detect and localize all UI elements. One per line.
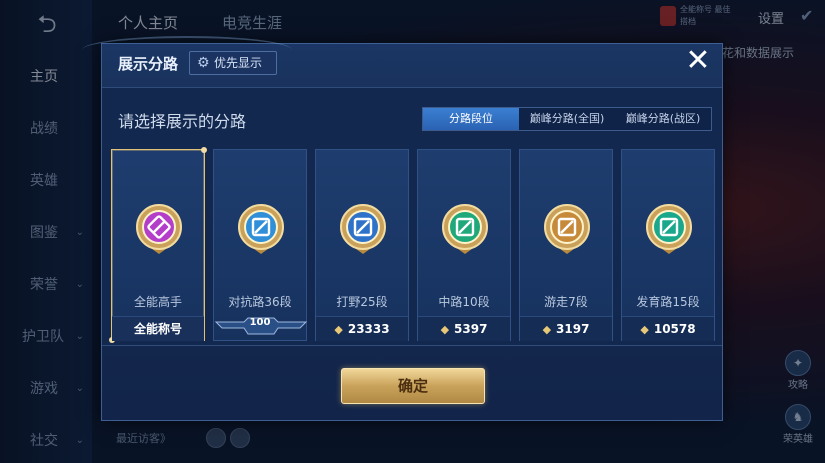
- clash-lane-emblem-icon: [238, 204, 284, 254]
- lane-footer: ◆ 5397: [418, 316, 510, 341]
- peak-score-icon: ◆: [334, 323, 343, 336]
- lane-type-tabs: 分路段位 巅峰分路(全国) 巅峰分路(战区): [422, 107, 712, 131]
- jungle-emblem-icon: [340, 204, 386, 254]
- priority-display-label: 优先显示: [214, 56, 263, 70]
- panel-title: 请选择展示的分路: [118, 112, 247, 131]
- lane-name: 游走7段: [544, 295, 588, 309]
- lane-footer: ◆ 23333: [316, 316, 408, 341]
- lane-card[interactable]: 游走7段 ◆ 3197: [519, 149, 613, 341]
- priority-display-button[interactable]: ⚙ 优先显示: [189, 51, 277, 75]
- lane-card[interactable]: 中路10段 ◆ 5397: [417, 149, 511, 341]
- mid-lane-emblem-icon: [442, 204, 488, 254]
- lane-display-dialog: 展示分路 ⚙ 优先显示 ✕ 请选择展示的分路 分路段位 巅峰分路(全国) 巅峰分…: [82, 36, 723, 421]
- lane-footer: 100: [214, 316, 308, 341]
- corner-ornament: [201, 147, 207, 153]
- farm-lane-emblem-icon: [646, 204, 692, 254]
- lane-name: 全能高手: [133, 295, 182, 309]
- lane-card[interactable]: 对抗路36段 100: [213, 149, 308, 341]
- all-round-emblem-icon: [136, 204, 182, 254]
- peak-score: 23333: [347, 322, 390, 336]
- roam-emblem-icon: [544, 204, 590, 254]
- lane-name: 打野25段: [336, 295, 388, 309]
- lane-card[interactable]: 发育路15段 ◆ 10578: [621, 149, 715, 341]
- tab-lane-rank[interactable]: 分路段位: [423, 108, 519, 130]
- peak-score-icon: ◆: [440, 323, 450, 336]
- dialog-title: 展示分路: [118, 55, 179, 73]
- lane-footer: 全能称号: [112, 316, 204, 341]
- peak-score: 3197: [556, 322, 590, 336]
- lane-name: 发育路15段: [636, 295, 700, 309]
- tab-peak-national[interactable]: 巅峰分路(全国): [519, 108, 615, 130]
- tab-peak-region[interactable]: 巅峰分路(战区): [615, 108, 711, 130]
- lane-footer: ◆ 10578: [622, 316, 714, 341]
- lane-card[interactable]: 打野25段 ◆ 23333: [315, 149, 409, 341]
- lane-footer: ◆ 3197: [520, 316, 612, 341]
- close-icon: ✕: [685, 43, 711, 78]
- lane-name: 中路10段: [438, 295, 490, 309]
- peak-score-icon: ◆: [542, 323, 552, 336]
- peak-score: 10578: [653, 322, 696, 336]
- gear-icon: ⚙: [197, 55, 210, 71]
- peak-score: 5397: [454, 322, 488, 336]
- lane-name: 对抗路36段: [228, 295, 292, 309]
- peak-score-icon: ◆: [640, 323, 649, 336]
- close-button[interactable]: ✕: [682, 46, 714, 78]
- confirm-button[interactable]: 确定: [341, 368, 485, 404]
- lane-card[interactable]: 全能高手 全能称号: [109, 147, 207, 343]
- rank-star-count: 100: [249, 317, 271, 328]
